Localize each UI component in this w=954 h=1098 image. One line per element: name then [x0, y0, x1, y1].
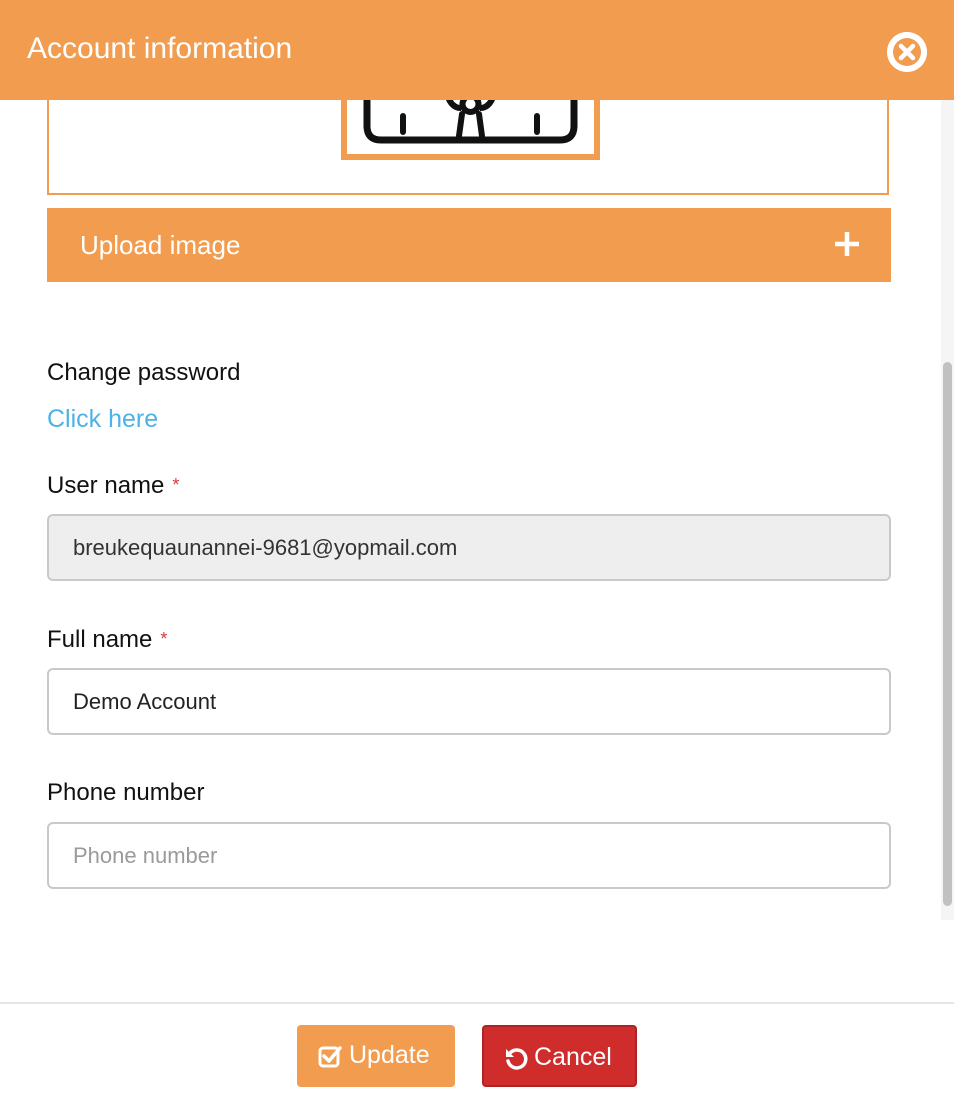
username-input[interactable]	[47, 514, 891, 581]
avatar	[341, 100, 600, 160]
username-label: User name *	[47, 470, 179, 501]
modal-header: Account information	[0, 0, 954, 100]
fullname-input[interactable]	[47, 668, 891, 735]
cancel-button-label: Cancel	[534, 1043, 612, 1071]
change-password-link[interactable]: Click here	[47, 404, 158, 434]
phone-label: Phone number	[47, 779, 205, 806]
upload-image-button[interactable]: Upload image	[47, 208, 891, 282]
undo-icon	[506, 1048, 528, 1070]
profile-image-icon	[363, 100, 578, 144]
update-button[interactable]: Update	[297, 1025, 455, 1087]
required-marker: *	[172, 475, 180, 495]
scrollbar[interactable]	[941, 100, 954, 920]
modal-body: Upload image Change password Click here …	[0, 100, 954, 930]
fullname-label-text: Full name	[47, 626, 153, 653]
cancel-button[interactable]: Cancel	[482, 1025, 637, 1087]
close-circle-icon	[887, 32, 927, 72]
close-button[interactable]	[887, 32, 927, 72]
fullname-label: Full name *	[47, 624, 167, 655]
phone-input[interactable]	[47, 822, 891, 889]
account-modal: Account information Upload image Change …	[0, 0, 954, 1098]
update-button-label: Update	[349, 1041, 430, 1069]
username-label-text: User name	[47, 472, 165, 499]
upload-image-label: Upload image	[80, 230, 241, 260]
change-password-label: Change password	[47, 359, 241, 386]
check-square-icon	[318, 1046, 342, 1068]
modal-footer: Update Cancel	[0, 1002, 954, 1098]
scrollbar-thumb[interactable]	[943, 362, 952, 906]
image-preview-frame	[47, 100, 889, 195]
plus-icon	[835, 232, 859, 256]
required-marker: *	[160, 629, 168, 649]
modal-title: Account information	[27, 32, 293, 65]
